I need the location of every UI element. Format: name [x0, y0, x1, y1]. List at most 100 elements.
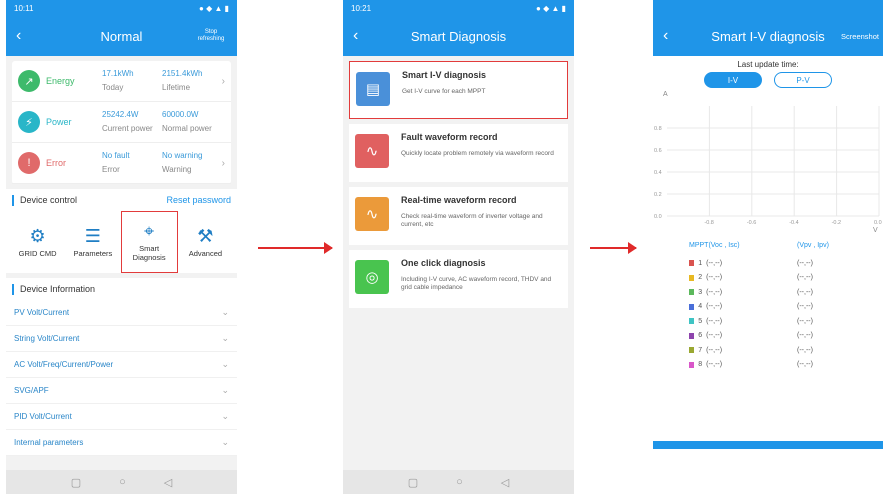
info-row[interactable]: PV Volt/Current ⌄	[6, 300, 237, 326]
back-arrow-icon[interactable]: ‹	[16, 28, 21, 44]
recent-apps-icon[interactable]: ▢	[408, 476, 418, 489]
stat-caption: Warning	[162, 165, 192, 174]
legend-vpv-ipv: (--,--)	[797, 361, 813, 369]
sliders-icon: ☰	[84, 225, 101, 246]
legend-voc-isc: (--,--)	[706, 332, 723, 340]
legend-left-group: 5 (--,--)	[689, 318, 797, 325]
stat-col: No fault Error	[102, 149, 162, 177]
legend-header-vpv: (Vpv , Ipv)	[797, 242, 829, 249]
stat-value: No warning	[162, 151, 203, 160]
back-icon[interactable]: ◁	[164, 476, 172, 489]
diagnosis-item[interactable]: ▤ Smart I-V diagnosis Get I-V curve for ea…	[349, 61, 568, 119]
control-advanced[interactable]: ⚒ Advanced	[178, 211, 233, 273]
legend-voc-isc: (--,--)	[706, 259, 723, 267]
app-bar: ‹ Smart I-V diagnosis Screenshot	[653, 16, 883, 56]
legend-row-mppt-5: 5 (--,--) (--,--)	[653, 314, 883, 329]
stat-value: No fault	[102, 151, 130, 160]
chevron-right-icon: ›	[221, 157, 225, 169]
control-grid-cmd[interactable]: ⚙ GRID CMD	[10, 211, 65, 273]
legend-index: 3	[698, 288, 703, 296]
iv-curve-icon: ▤	[356, 72, 390, 106]
stat-row-error[interactable]: ! Error No fault Error No warning Warning ›	[12, 143, 231, 184]
control-label: Parameters	[73, 248, 113, 258]
diagnosis-item[interactable]: ∿ Real-time waveform record Check real-tim…	[349, 187, 568, 245]
home-icon[interactable]: ○	[456, 476, 463, 488]
diagnosis-description: Quickly locate problem remotely via wave…	[401, 150, 554, 157]
control-parameters[interactable]: ☰ Parameters	[65, 211, 120, 273]
chevron-down-icon: ⌄	[221, 307, 229, 317]
last-update-label: Last update time:	[737, 60, 799, 69]
stat-label: Energy	[46, 76, 75, 86]
iv-chart: A0.00.20.40.60.8-0.8 -0.6 -0.4 -0.2 0.0V	[654, 91, 882, 234]
device-info-list: PV Volt/Current ⌄ String Volt/Current ⌄ AC V…	[6, 300, 237, 456]
status-icons: ● ◆ ▲ ▮	[199, 3, 229, 13]
legend-vpv-ipv: (--,--)	[797, 317, 813, 325]
legend-swatch	[689, 318, 695, 325]
stat-row-power: ⚡ Power 25242.4W Current power 60000.0W Norma…	[12, 102, 231, 143]
info-row-label: AC Volt/Freq/Current/Power	[14, 360, 114, 369]
y-axis-label: A	[663, 91, 668, 98]
x-tick-label: -0.2	[832, 220, 841, 226]
mppt-legend: MPPT(Voc , Isc) (Vpv , Ipv) 1 (--,--) (--,…	[653, 242, 883, 372]
legend-left-group: 4 (--,--)	[689, 303, 797, 310]
info-row[interactable]: PID Volt/Current ⌄	[6, 404, 237, 430]
back-arrow-icon[interactable]: ‹	[663, 28, 668, 44]
legend-vpv-ipv: (--,--)	[797, 303, 813, 311]
info-row[interactable]: SVG/APF ⌄	[6, 378, 237, 404]
back-arrow-icon[interactable]: ‹	[353, 28, 358, 44]
info-row-label: PV Volt/Current	[14, 308, 70, 317]
info-row[interactable]: String Volt/Current ⌄	[6, 326, 237, 352]
stop-refreshing-button[interactable]: Stop refreshing	[191, 29, 231, 43]
legend-index: 1	[698, 259, 703, 267]
legend-left-group: 7 (--,--)	[689, 347, 797, 354]
android-nav-bar: ▢ ○ ◁	[343, 470, 574, 494]
bottom-bar	[653, 441, 883, 449]
legend-index: 2	[698, 274, 703, 282]
iv-toggle-button[interactable]: I-V	[704, 72, 762, 88]
info-row-label: SVG/APF	[14, 386, 49, 395]
info-row[interactable]: AC Volt/Freq/Current/Power ⌄	[6, 352, 237, 378]
control-smart-diagnosis[interactable]: ⌖ Smart Diagnosis	[120, 211, 178, 273]
control-label: Smart Diagnosis	[132, 244, 166, 262]
legend-header: MPPT(Voc , Isc) (Vpv , Ipv)	[653, 242, 883, 256]
x-tick-label: -0.4	[789, 220, 798, 226]
diagnosis-item[interactable]: ∿ Fault waveform record Quickly locate pro…	[349, 124, 568, 182]
legend-swatch	[689, 332, 695, 339]
stat-col: No warning Warning	[162, 149, 222, 177]
info-row-label: Internal parameters	[14, 438, 84, 447]
back-icon[interactable]: ◁	[501, 476, 509, 489]
diagnosis-item[interactable]: ◎ One click diagnosis Including I-V curve,…	[349, 250, 568, 308]
stat-row-energy[interactable]: ↗ Energy 17.1kWh Today 2151.4kWh Lifetime ›	[12, 61, 231, 102]
legend-row-mppt-7: 7 (--,--) (--,--)	[653, 343, 883, 358]
screenshot-button[interactable]: Screenshot	[841, 32, 879, 40]
reset-password-link[interactable]: Reset password	[166, 195, 231, 205]
device-information-header: Device Information	[6, 278, 237, 300]
pv-toggle-button[interactable]: P-V	[774, 72, 832, 88]
flow-arrow-1	[258, 242, 333, 254]
stat-caption: Lifetime	[162, 83, 191, 92]
legend-left-group: 1 (--,--)	[689, 260, 797, 267]
chevron-down-icon: ⌄	[221, 437, 229, 447]
phone-screen-normal: 10:11 ● ◆ ▲ ▮ ‹ Normal Stop refreshing ↗…	[6, 0, 237, 494]
legend-index: 4	[698, 303, 703, 311]
legend-voc-isc: (--,--)	[706, 317, 723, 325]
chart-icon: ↗	[18, 70, 40, 92]
info-row[interactable]: Internal parameters ⌄	[6, 430, 237, 456]
recent-apps-icon[interactable]: ▢	[71, 476, 81, 489]
home-icon[interactable]: ○	[119, 476, 126, 488]
legend-row-mppt-4: 4 (--,--) (--,--)	[653, 300, 883, 315]
x-tick-label: 0.0	[874, 220, 882, 226]
stat-caption: Normal power	[162, 124, 212, 133]
legend-vpv-ipv: (--,--)	[797, 259, 813, 267]
diagnosis-description: Check real-time waveform of inverter vol…	[401, 213, 543, 228]
chevron-down-icon: ⌄	[221, 333, 229, 343]
legend-index: 6	[698, 332, 703, 340]
status-time: 10:21	[351, 3, 372, 13]
alert-icon: !	[18, 152, 40, 174]
diagnosis-text: One click diagnosis Including I-V curve, …	[401, 256, 562, 302]
legend-left-group: 8 (--,--)	[689, 361, 797, 368]
diagnosis-title: Smart I-V diagnosis	[402, 70, 487, 80]
legend-left-group: 6 (--,--)	[689, 332, 797, 339]
stat-value: 25242.4W	[102, 110, 139, 119]
legend-index: 7	[698, 346, 703, 354]
